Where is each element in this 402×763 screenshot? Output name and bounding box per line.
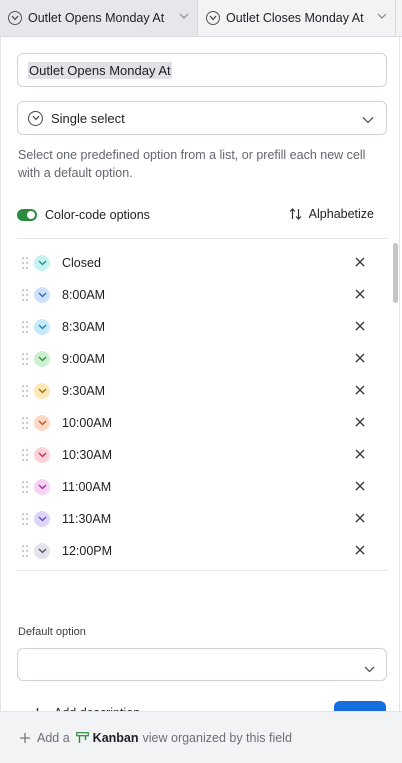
alphabetize-label: Alphabetize bbox=[308, 207, 374, 221]
option-row[interactable]: 12:00PM bbox=[17, 535, 387, 567]
option-row[interactable]: 10:00AM bbox=[17, 407, 387, 439]
drag-handle-icon[interactable] bbox=[22, 289, 28, 301]
close-icon[interactable] bbox=[354, 352, 366, 364]
drag-handle-icon[interactable] bbox=[22, 449, 28, 461]
option-label[interactable]: Closed bbox=[62, 256, 101, 270]
default-option-label: Default option bbox=[18, 626, 86, 638]
single-select-icon bbox=[28, 110, 43, 126]
alphabetize-button[interactable]: Alphabetize bbox=[289, 207, 374, 221]
close-icon[interactable] bbox=[354, 384, 366, 396]
plus-icon bbox=[20, 732, 30, 743]
kanban-suggestion-footer[interactable]: Add a Kanban view organized by this fiel… bbox=[0, 711, 402, 763]
option-row[interactable]: 11:30AM bbox=[17, 503, 387, 535]
column-header-strip: Outlet Opens Monday At Outlet Closes Mon… bbox=[0, 0, 402, 37]
chevron-down-icon[interactable] bbox=[377, 11, 387, 22]
option-color-chip[interactable] bbox=[34, 447, 50, 463]
single-select-icon bbox=[8, 11, 22, 25]
close-icon[interactable] bbox=[354, 256, 366, 268]
color-code-label: Color-code options bbox=[45, 208, 150, 222]
kanban-icon bbox=[75, 731, 89, 743]
column-header-label: Outlet Closes Monday At bbox=[226, 11, 364, 25]
field-type-label: Single select bbox=[51, 110, 125, 126]
option-label[interactable]: 8:30AM bbox=[62, 320, 105, 334]
option-color-chip[interactable] bbox=[34, 319, 50, 335]
field-name-value: Outlet Opens Monday At bbox=[28, 61, 172, 79]
close-icon[interactable] bbox=[354, 448, 366, 460]
column-header-label: Outlet Opens Monday At bbox=[28, 11, 165, 25]
drag-handle-icon[interactable] bbox=[22, 353, 28, 365]
drag-handle-icon[interactable] bbox=[22, 257, 28, 269]
option-row[interactable]: 9:30AM bbox=[17, 375, 387, 407]
option-label[interactable]: 9:30AM bbox=[62, 384, 105, 398]
sort-icon bbox=[289, 208, 302, 220]
option-label[interactable]: 11:00AM bbox=[62, 480, 111, 494]
chevron-down-icon[interactable] bbox=[179, 11, 189, 22]
color-code-row: Color-code options Alphabetize bbox=[17, 205, 387, 225]
option-label[interactable]: 12:00PM bbox=[62, 544, 112, 558]
close-icon[interactable] bbox=[354, 544, 366, 556]
option-color-chip[interactable] bbox=[34, 511, 50, 527]
option-row[interactable]: 9:00AM bbox=[17, 343, 387, 375]
option-color-chip[interactable] bbox=[34, 255, 50, 271]
option-color-chip[interactable] bbox=[34, 543, 50, 559]
default-option-select[interactable] bbox=[17, 648, 387, 681]
column-header-outlet-closes[interactable]: Outlet Closes Monday At bbox=[198, 0, 396, 36]
option-label[interactable]: 10:30AM bbox=[62, 448, 112, 462]
option-color-chip[interactable] bbox=[34, 351, 50, 367]
field-config-panel: Outlet Opens Monday At Single select Sel… bbox=[0, 37, 400, 763]
option-color-chip[interactable] bbox=[34, 415, 50, 431]
option-color-chip[interactable] bbox=[34, 287, 50, 303]
drag-handle-icon[interactable] bbox=[22, 417, 28, 429]
close-icon[interactable] bbox=[354, 416, 366, 428]
options-scrollbar[interactable] bbox=[393, 243, 398, 303]
close-icon[interactable] bbox=[354, 512, 366, 524]
field-type-select[interactable]: Single select bbox=[17, 101, 387, 135]
option-row[interactable]: 8:00AM bbox=[17, 279, 387, 311]
close-icon[interactable] bbox=[354, 320, 366, 332]
option-label[interactable]: 11:30AM bbox=[62, 512, 111, 526]
option-label[interactable]: 10:00AM bbox=[62, 416, 112, 430]
option-label[interactable]: 8:00AM bbox=[62, 288, 105, 302]
chevron-down-icon bbox=[362, 112, 374, 127]
drag-handle-icon[interactable] bbox=[22, 513, 28, 525]
option-row[interactable]: 10:30AM bbox=[17, 439, 387, 471]
column-header-outlet-opens[interactable]: Outlet Opens Monday At bbox=[0, 0, 198, 36]
option-color-chip[interactable] bbox=[34, 479, 50, 495]
single-select-icon bbox=[206, 11, 220, 25]
field-name-input[interactable]: Outlet Opens Monday At bbox=[17, 53, 387, 87]
drag-handle-icon[interactable] bbox=[22, 385, 28, 397]
option-row[interactable]: 8:30AM bbox=[17, 311, 387, 343]
drag-handle-icon[interactable] bbox=[22, 545, 28, 557]
chevron-down-icon bbox=[364, 660, 375, 678]
footer-prefix: Add a bbox=[37, 730, 70, 745]
drag-handle-icon[interactable] bbox=[22, 481, 28, 493]
close-icon[interactable] bbox=[354, 288, 366, 300]
option-row[interactable]: 11:00AM bbox=[17, 471, 387, 503]
color-code-toggle[interactable] bbox=[17, 209, 37, 221]
footer-view-name: Kanban bbox=[92, 730, 139, 745]
option-label[interactable]: 9:00AM bbox=[62, 352, 105, 366]
option-color-chip[interactable] bbox=[34, 383, 50, 399]
field-type-description: Select one predefined option from a list… bbox=[18, 148, 366, 180]
options-list: Closed 8:00AM 8:30AM 9:00AM 9:30AM 10:00AM 10:… bbox=[17, 238, 387, 571]
drag-handle-icon[interactable] bbox=[22, 321, 28, 333]
close-icon[interactable] bbox=[354, 480, 366, 492]
footer-suffix: view organized by this field bbox=[142, 730, 292, 745]
option-row[interactable]: Closed bbox=[17, 247, 387, 279]
